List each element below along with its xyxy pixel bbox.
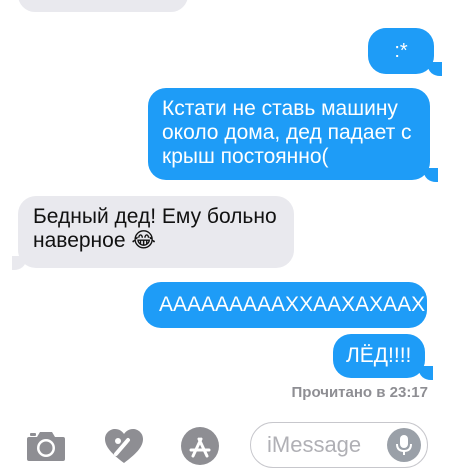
message-text: Бедный дед! Ему больно наверное 😂 — [33, 205, 277, 252]
bubble-tail — [428, 62, 442, 76]
microphone-icon — [396, 435, 412, 455]
outgoing-message-bubble[interactable]: :* — [368, 28, 434, 74]
message-input[interactable]: iMessage — [250, 422, 428, 468]
incoming-message-bubble[interactable] — [18, 0, 188, 12]
outgoing-message-bubble[interactable]: АААААААААХХААХАХААХ — [143, 282, 427, 328]
bubble-tail — [12, 256, 26, 270]
outgoing-message-bubble[interactable]: Кстати не ставь машину около дома, дед п… — [148, 88, 430, 180]
message-text: ЛЁД!!!! — [346, 344, 412, 367]
camera-icon — [27, 432, 65, 461]
camera-button[interactable] — [22, 426, 70, 466]
message-text: Кстати не ставь машину около дома, дед п… — [162, 97, 412, 168]
digital-touch-icon — [105, 429, 143, 463]
outgoing-message-bubble[interactable]: ЛЁД!!!! — [333, 334, 425, 378]
message-text: :* — [394, 40, 408, 62]
bubble-tail — [419, 366, 433, 380]
incoming-message-bubble[interactable]: Бедный дед! Ему больно наверное 😂 — [18, 196, 294, 268]
message-input-placeholder: iMessage — [267, 432, 362, 457]
microphone-button[interactable] — [387, 428, 421, 462]
app-store-button[interactable] — [176, 426, 224, 466]
message-text: АААААААААХХААХАХААХ — [159, 293, 426, 316]
digital-touch-button[interactable] — [100, 426, 148, 466]
app-store-icon — [181, 427, 219, 465]
bubble-tail — [424, 168, 438, 182]
read-receipt: Прочитано в 23:17 — [291, 384, 429, 401]
